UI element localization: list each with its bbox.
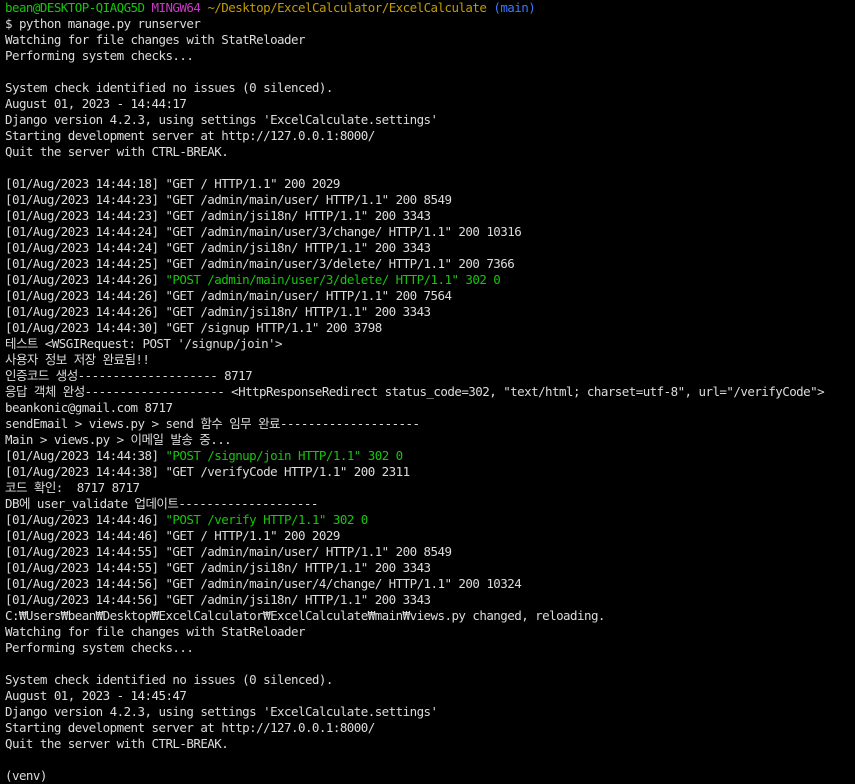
log-line-post-delete: [01/Aug/2023 14:44:26] "POST /admin/main…: [5, 272, 855, 288]
output-line: 응답 객체 완성-------------------- <HttpRespon…: [5, 384, 825, 399]
output-line: DB에 user_validate 업데이트------------------…: [5, 496, 318, 511]
log-line: [01/Aug/2023 14:44:56] "GET /admin/main/…: [5, 576, 522, 591]
log-line-post-verify: [01/Aug/2023 14:44:46] "POST /verify HTT…: [5, 512, 855, 528]
output-line: Starting development server at http://12…: [5, 720, 375, 735]
log-line: [01/Aug/2023 14:44:26] "GET /admin/jsi18…: [5, 304, 431, 319]
output-line: Django version 4.2.3, using settings 'Ex…: [5, 704, 438, 719]
log-timestamp: [01/Aug/2023 14:44:38]: [5, 448, 166, 463]
log-line: [01/Aug/2023 14:44:30] "GET /signup HTTP…: [5, 320, 382, 335]
output-line: Performing system checks...: [5, 640, 194, 655]
log-line: [01/Aug/2023 14:44:18] "GET / HTTP/1.1" …: [5, 176, 340, 191]
log-line: [01/Aug/2023 14:44:55] "GET /admin/main/…: [5, 544, 452, 559]
output-line: sendEmail > views.py > send 함수 임무 완료----…: [5, 416, 420, 431]
log-line: [01/Aug/2023 14:44:55] "GET /admin/jsi18…: [5, 560, 431, 575]
log-line: [01/Aug/2023 14:44:25] "GET /admin/main/…: [5, 256, 515, 271]
log-post-request: "POST /admin/main/user/3/delete/ HTTP/1.…: [165, 272, 501, 287]
output-line: 사용자 정보 저장 완료됨!!: [5, 352, 150, 367]
output-line: 코드 확인: 8717 8717: [5, 480, 140, 495]
output-line: Starting development server at http://12…: [5, 128, 375, 143]
output-line: 테스트 <WSGIRequest: POST '/signup/join'>: [5, 336, 283, 351]
terminal-window[interactable]: bean@DESKTOP-QIAQG5D MINGW64 ~/Desktop/E…: [0, 0, 855, 784]
output-line: System check identified no issues (0 sil…: [5, 672, 333, 687]
log-line: [01/Aug/2023 14:44:24] "GET /admin/main/…: [5, 224, 522, 239]
prompt-line: bean@DESKTOP-QIAQG5D MINGW64 ~/Desktop/E…: [5, 0, 855, 16]
log-line: [01/Aug/2023 14:44:56] "GET /admin/jsi18…: [5, 592, 431, 607]
output-line: Quit the server with CTRL-BREAK.: [5, 144, 229, 159]
log-line: [01/Aug/2023 14:44:26] "GET /admin/main/…: [5, 288, 452, 303]
log-post-request: "POST /signup/join HTTP/1.1" 302 0: [165, 448, 403, 463]
output-line: C:₩Users₩bean₩Desktop₩ExcelCalculator₩Ex…: [5, 608, 605, 623]
log-post-request: "POST /verify HTTP/1.1" 302 0: [165, 512, 368, 527]
prompt-environment: MINGW64: [151, 0, 201, 15]
log-line: [01/Aug/2023 14:44:23] "GET /admin/jsi18…: [5, 208, 431, 223]
output-line: Django version 4.2.3, using settings 'Ex…: [5, 112, 438, 127]
output-line: Watching for file changes with StatReloa…: [5, 624, 306, 639]
log-timestamp: [01/Aug/2023 14:44:46]: [5, 512, 166, 527]
output-line: Quit the server with CTRL-BREAK.: [5, 736, 229, 751]
log-timestamp: [01/Aug/2023 14:44:26]: [5, 272, 166, 287]
output-line: System check identified no issues (0 sil…: [5, 80, 333, 95]
output-line: Performing system checks...: [5, 48, 194, 63]
prompt-path: ~/Desktop/ExcelCalculator/ExcelCalculate: [207, 0, 487, 15]
log-line: [01/Aug/2023 14:44:23] "GET /admin/main/…: [5, 192, 452, 207]
output-line: beankonic@gmail.com 8717: [5, 400, 173, 415]
log-line: [01/Aug/2023 14:44:24] "GET /admin/jsi18…: [5, 240, 431, 255]
output-line: Main > views.py > 이메일 발송 중...: [5, 432, 232, 447]
command-line: $ python manage.py runserver: [5, 16, 201, 31]
venv-prompt: (venv): [5, 768, 47, 783]
output-line: 인증코드 생성-------------------- 8717: [5, 368, 253, 383]
log-line: [01/Aug/2023 14:44:38] "GET /verifyCode …: [5, 464, 410, 479]
output-line: Watching for file changes with StatReloa…: [5, 32, 306, 47]
prompt-user-host: bean@DESKTOP-QIAQG5D: [5, 0, 145, 15]
log-line-post-join: [01/Aug/2023 14:44:38] "POST /signup/joi…: [5, 448, 855, 464]
log-line: [01/Aug/2023 14:44:46] "GET / HTTP/1.1" …: [5, 528, 340, 543]
output-line: August 01, 2023 - 14:44:17: [5, 96, 187, 111]
prompt-git-branch: (main): [493, 0, 536, 15]
output-line: August 01, 2023 - 14:45:47: [5, 688, 187, 703]
